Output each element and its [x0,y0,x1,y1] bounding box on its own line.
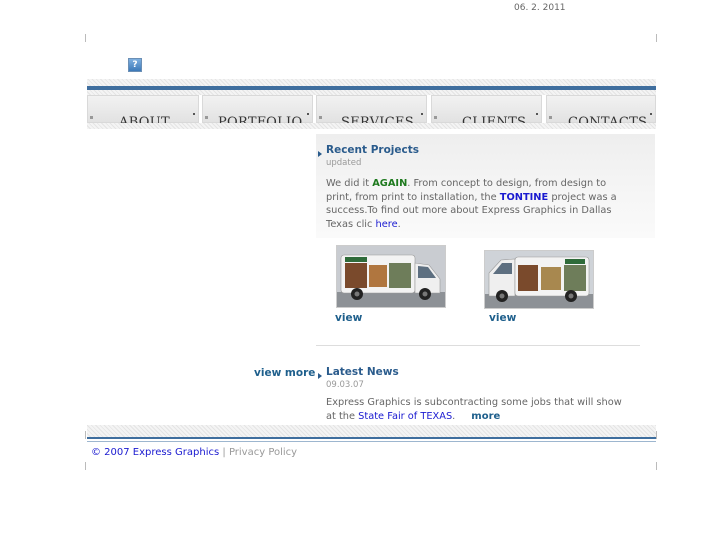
recent-projects-title[interactable]: Recent Projects [326,144,419,156]
again-highlight: AGAIN [372,178,408,189]
project-photo-2[interactable] [484,250,594,309]
privacy-policy-link[interactable]: Privacy Policy [229,447,297,458]
bottom-hatch-band [87,425,656,437]
bottom-thin-rule [87,441,656,442]
view-project-2-link[interactable]: view [489,312,516,324]
corner-mark [85,431,86,439]
news-more-link[interactable]: more [471,411,500,422]
view-more-link[interactable]: view more [254,367,315,379]
view-project-1-link[interactable]: view [335,312,362,324]
latest-news-title[interactable]: Latest News [326,366,399,378]
top-hatch-band [87,79,656,86]
bottom-blue-rule [87,437,656,439]
corner-mark [85,34,86,42]
arrow-bullet-icon [318,151,322,157]
corner-mark [656,462,657,470]
latest-news-text: Express Graphics is subcontracting some … [326,397,622,422]
nav-bottom-hatch [87,123,656,129]
footer: © 2007 Express Graphics | Privacy Policy [91,447,298,458]
corner-mark [656,431,657,439]
tontine-highlight: TONTINE [499,191,549,203]
recent-projects-text: We did it AGAIN. From concept to design,… [326,178,617,230]
section-divider [316,345,640,346]
copyright-link[interactable]: © 2007 Express Graphics [91,447,219,458]
header-date: 06. 2. 2011 [514,3,566,13]
help-icon[interactable]: ? [128,58,142,72]
corner-mark [656,34,657,42]
arrow-bullet-icon [318,373,322,379]
corner-mark [85,462,86,470]
state-fair-link[interactable]: State Fair of TEXAS [358,411,452,422]
project-photo-1[interactable] [336,245,446,308]
here-link[interactable]: here [376,219,398,230]
latest-news-date: 09.03.07 [326,380,364,390]
recent-projects-subtitle: updated [326,158,362,168]
